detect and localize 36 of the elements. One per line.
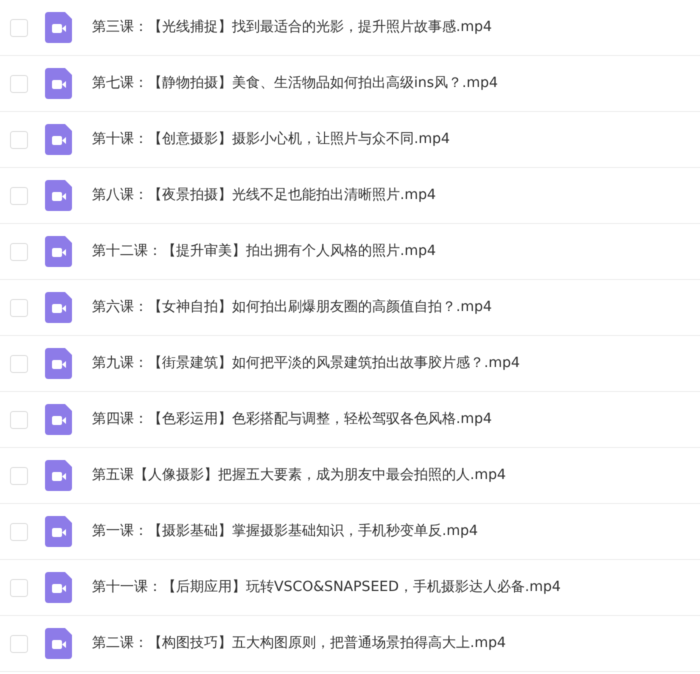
video-file-icon xyxy=(45,68,72,99)
checkbox[interactable] xyxy=(10,18,28,36)
video-file-icon xyxy=(45,516,72,547)
file-name[interactable]: 第六课：【女神自拍】如何拍出刷爆朋友圈的高颜值自拍？.mp4 xyxy=(92,297,492,318)
checkbox[interactable] xyxy=(10,186,28,204)
checkbox[interactable] xyxy=(10,130,28,148)
file-name[interactable]: 第十课：【创意摄影】摄影小心机，让照片与众不同.mp4 xyxy=(92,129,450,150)
checkbox[interactable] xyxy=(10,74,28,92)
checkbox[interactable] xyxy=(10,634,28,652)
video-file-icon xyxy=(45,180,72,211)
file-name[interactable]: 第八课：【夜景拍摄】光线不足也能拍出清晰照片.mp4 xyxy=(92,185,436,206)
file-name[interactable]: 第一课：【摄影基础】掌握摄影基础知识，手机秒变单反.mp4 xyxy=(92,521,478,542)
file-name[interactable]: 第五课【人像摄影】把握五大要素，成为朋友中最会拍照的人.mp4 xyxy=(92,465,506,486)
video-file-icon xyxy=(45,236,72,267)
video-file-icon xyxy=(45,124,72,155)
checkbox[interactable] xyxy=(10,578,28,596)
video-file-icon xyxy=(45,404,72,435)
file-name[interactable]: 第九课：【街景建筑】如何把平淡的风景建筑拍出故事胶片感？.mp4 xyxy=(92,353,520,374)
checkbox[interactable] xyxy=(10,410,28,428)
file-name[interactable]: 第十二课：【提升审美】拍出拥有个人风格的照片.mp4 xyxy=(92,241,436,262)
file-name[interactable]: 第三课：【光线捕捉】找到最适合的光影，提升照片故事感.mp4 xyxy=(92,17,492,38)
file-name[interactable]: 第十一课：【后期应用】玩转VSCO&SNAPSEED，手机摄影达人必备.mp4 xyxy=(92,577,561,598)
checkbox[interactable] xyxy=(10,466,28,484)
checkbox[interactable] xyxy=(10,242,28,260)
video-file-icon xyxy=(45,292,72,323)
video-file-icon xyxy=(45,348,72,379)
checkbox[interactable] xyxy=(10,298,28,316)
file-name[interactable]: 第二课：【构图技巧】五大构图原则，把普通场景拍得高大上.mp4 xyxy=(92,633,506,654)
checkbox[interactable] xyxy=(10,354,28,372)
file-name[interactable]: 第七课：【静物拍摄】美食、生活物品如何拍出高级ins风？.mp4 xyxy=(92,73,498,94)
video-file-icon xyxy=(45,460,72,491)
file-name[interactable]: 第四课：【色彩运用】色彩搭配与调整，轻松驾驭各色风格.mp4 xyxy=(92,409,492,430)
checkbox[interactable] xyxy=(10,522,28,540)
video-file-icon xyxy=(45,628,72,659)
video-file-icon xyxy=(45,572,72,603)
video-file-icon xyxy=(45,12,72,43)
